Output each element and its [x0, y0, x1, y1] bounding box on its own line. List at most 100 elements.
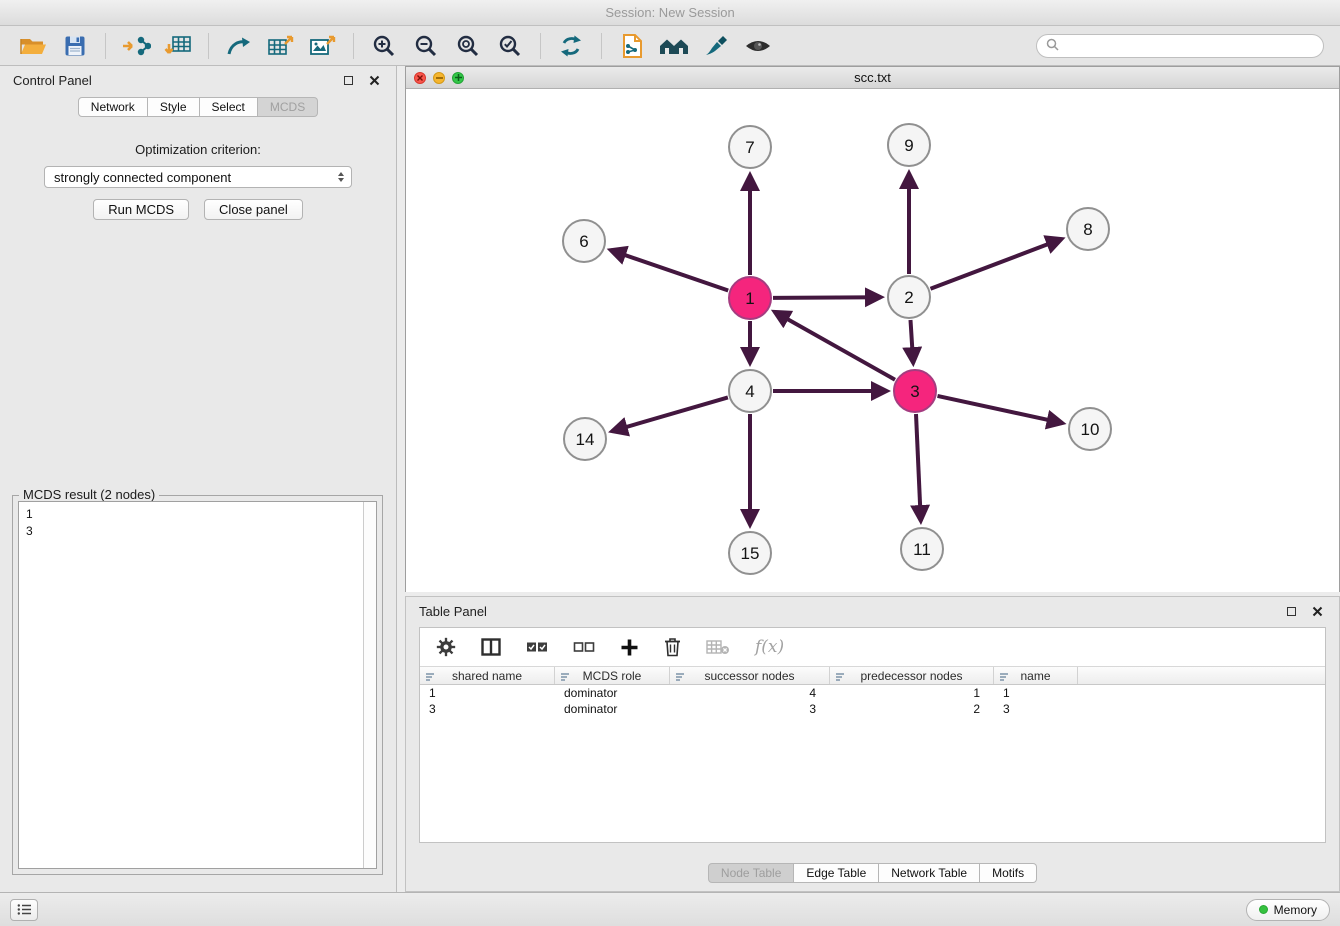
node-4[interactable]: 4: [729, 370, 771, 412]
zoom-fit-button[interactable]: [450, 30, 486, 62]
export-network-button[interactable]: [221, 30, 257, 62]
eye-icon: [744, 36, 772, 56]
column-header-shared-name[interactable]: shared name: [420, 667, 555, 684]
node-8[interactable]: 8: [1067, 208, 1109, 250]
show-hide-eye-button[interactable]: [740, 30, 776, 62]
edge-1-2[interactable]: [773, 297, 881, 298]
tab-style[interactable]: Style: [148, 97, 200, 117]
edge-4-14[interactable]: [612, 397, 728, 431]
cell-predecessor-nodes[interactable]: 2: [830, 701, 994, 717]
node-6[interactable]: 6: [563, 220, 605, 262]
mcds-result-box: MCDS result (2 nodes) 1 3: [12, 495, 383, 875]
column-header-predecessor-nodes[interactable]: predecessor nodes: [830, 667, 994, 684]
float-panel-button[interactable]: [339, 72, 357, 88]
tab-mcds[interactable]: MCDS: [258, 97, 318, 117]
run-mcds-button[interactable]: Run MCDS: [93, 199, 189, 220]
table-row[interactable]: 1 dominator 4 1 1: [420, 685, 1325, 701]
node-1[interactable]: 1: [729, 277, 771, 319]
memory-button[interactable]: Memory: [1246, 899, 1330, 921]
node-10[interactable]: 10: [1069, 408, 1111, 450]
zoom-window-button[interactable]: [452, 72, 464, 84]
select-all-button[interactable]: [526, 640, 548, 654]
close-panel-button[interactable]: [365, 72, 383, 88]
zoom-in-button[interactable]: [366, 30, 402, 62]
import-network-button[interactable]: [118, 30, 154, 62]
cell-successor-nodes[interactable]: 4: [670, 685, 830, 701]
minimize-window-button[interactable]: [433, 72, 445, 84]
close-window-button[interactable]: [414, 72, 426, 84]
cell-mcds-role[interactable]: dominator: [555, 685, 670, 701]
deselect-all-button[interactable]: [573, 640, 595, 654]
edge-2-3[interactable]: [911, 320, 914, 363]
network-canvas[interactable]: 7 9 6 8 1 2 4 3 14 10 15 11: [406, 89, 1339, 592]
export-table-button[interactable]: [263, 30, 299, 62]
cell-predecessor-nodes[interactable]: 1: [830, 685, 994, 701]
save-session-button[interactable]: [57, 30, 93, 62]
float-table-panel-button[interactable]: [1282, 603, 1300, 619]
cell-shared-name[interactable]: 3: [420, 701, 555, 717]
edge-1-6[interactable]: [611, 250, 729, 290]
criterion-select[interactable]: strongly connected component: [44, 166, 352, 188]
search-field[interactable]: [1036, 34, 1324, 58]
toolbar-separator: [208, 33, 209, 59]
node-14[interactable]: 14: [564, 418, 606, 460]
network-window: scc.txt 7968124314101511: [405, 66, 1340, 592]
node-11[interactable]: 11: [901, 528, 943, 570]
node-table: f(x) shared name MCDS role successor nod…: [419, 627, 1326, 843]
cell-successor-nodes[interactable]: 3: [670, 701, 830, 717]
node-label: 15: [741, 544, 760, 563]
column-header-mcds-role[interactable]: MCDS role: [555, 667, 670, 684]
cell-name[interactable]: 3: [994, 701, 1078, 717]
show-columns-button[interactable]: [481, 638, 501, 656]
gear-icon: [436, 637, 456, 657]
node-2[interactable]: 2: [888, 276, 930, 318]
tab-edge-table[interactable]: Edge Table: [794, 863, 879, 883]
node-9[interactable]: 9: [888, 124, 930, 166]
delete-table-button[interactable]: [706, 639, 730, 655]
cell-name[interactable]: 1: [994, 685, 1078, 701]
column-header-successor-nodes[interactable]: successor nodes: [670, 667, 830, 684]
tab-motifs[interactable]: Motifs: [980, 863, 1037, 883]
node-label: 6: [579, 232, 588, 251]
first-neighbors-button[interactable]: [614, 30, 650, 62]
tab-network-table[interactable]: Network Table: [879, 863, 980, 883]
result-scrollbar[interactable]: [363, 502, 376, 868]
column-header-name[interactable]: name: [994, 667, 1078, 684]
function-builder-button[interactable]: f(x): [755, 637, 784, 657]
add-column-button[interactable]: [620, 638, 639, 657]
node-7[interactable]: 7: [729, 126, 771, 168]
import-table-button[interactable]: [160, 30, 196, 62]
table-row[interactable]: 3 dominator 3 2 3: [420, 701, 1325, 717]
node-3[interactable]: 3: [894, 370, 936, 412]
task-history-button[interactable]: [10, 899, 38, 921]
close-table-panel-button[interactable]: [1308, 603, 1326, 619]
cell-shared-name[interactable]: 1: [420, 685, 555, 701]
column-header-filler: [1078, 667, 1325, 684]
style-brush-button[interactable]: [698, 30, 734, 62]
delete-column-button[interactable]: [664, 637, 681, 657]
edge-3-11[interactable]: [916, 414, 921, 521]
cell-mcds-role[interactable]: dominator: [555, 701, 670, 717]
open-session-button[interactable]: [15, 30, 51, 62]
tab-network[interactable]: Network: [78, 97, 148, 117]
close-icon: [417, 75, 423, 81]
tab-node-table[interactable]: Node Table: [708, 863, 795, 883]
edge-3-1[interactable]: [774, 312, 895, 380]
table-panel: Table Panel f(x) shared name MCDS role s…: [405, 596, 1340, 892]
node-label: 2: [904, 288, 913, 307]
tab-select[interactable]: Select: [200, 97, 258, 117]
apply-layout-button[interactable]: [553, 30, 589, 62]
table-settings-button[interactable]: [436, 637, 456, 657]
edge-3-10[interactable]: [938, 396, 1063, 423]
node-15[interactable]: 15: [729, 532, 771, 574]
close-panel-action-button[interactable]: Close panel: [204, 199, 303, 220]
edge-2-8[interactable]: [931, 239, 1062, 289]
zoom-out-button[interactable]: [408, 30, 444, 62]
homes-button[interactable]: [656, 30, 692, 62]
zoom-selected-button[interactable]: [492, 30, 528, 62]
search-input[interactable]: [1064, 39, 1314, 53]
table-panel-tabs: Node Table Edge Table Network Table Moti…: [406, 863, 1339, 883]
export-image-button[interactable]: [305, 30, 341, 62]
close-icon: [1312, 606, 1323, 617]
toolbar-separator: [105, 33, 106, 59]
